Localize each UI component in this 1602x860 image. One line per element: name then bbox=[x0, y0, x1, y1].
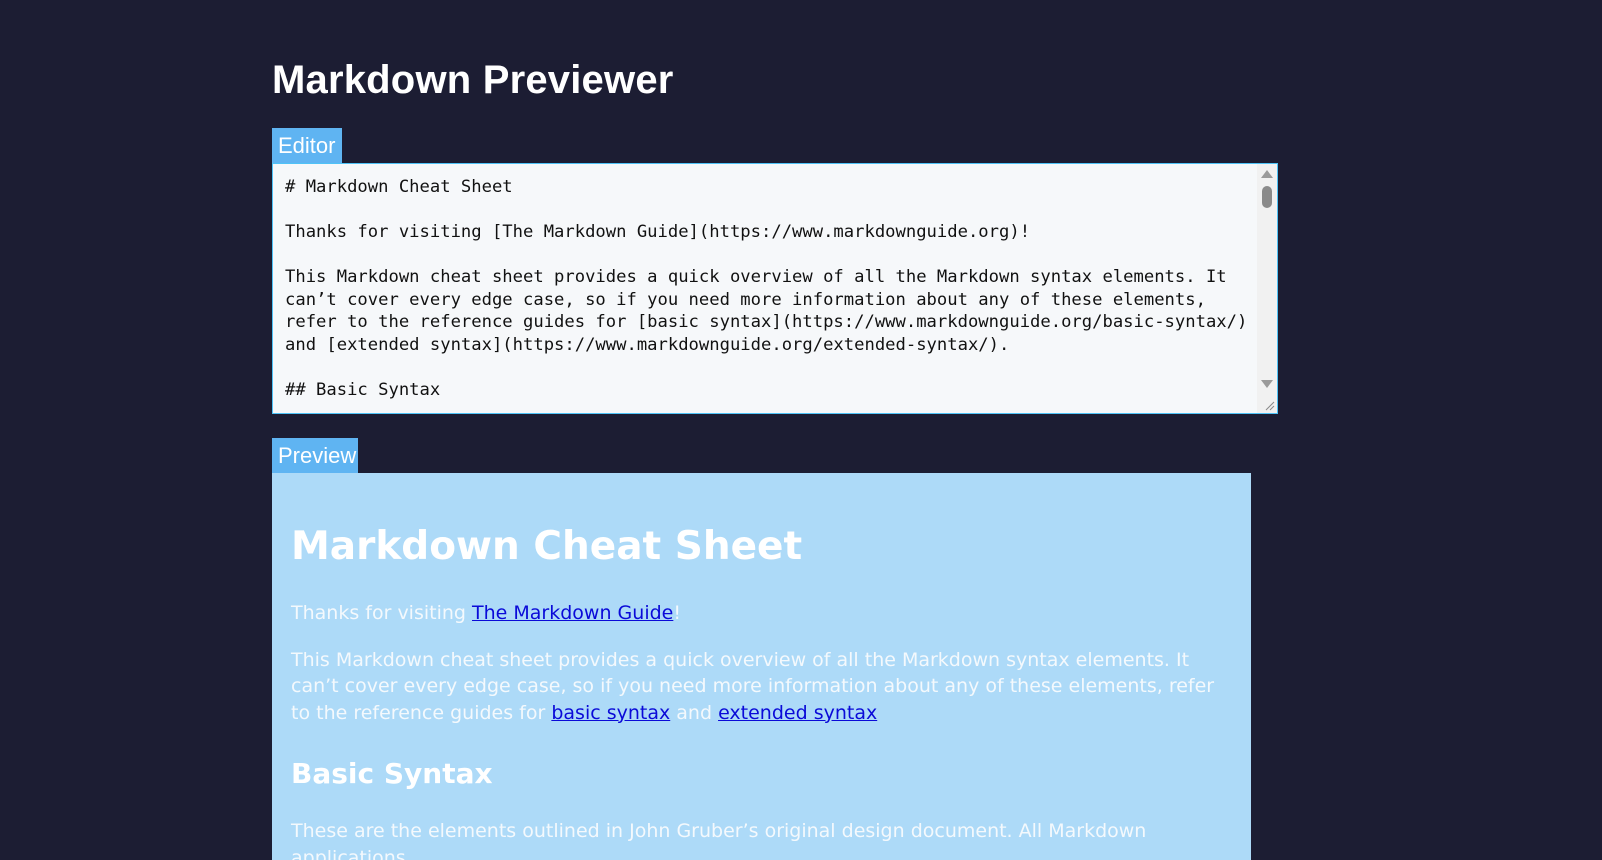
preview-intro-paragraph: Thanks for visiting The Markdown Guide! bbox=[291, 600, 1231, 627]
scroll-down-arrow-icon[interactable] bbox=[1261, 380, 1273, 388]
editor-scrollbar[interactable] bbox=[1257, 164, 1277, 413]
preview-basic-intro-paragraph: These are the elements outlined in John … bbox=[291, 820, 1147, 860]
resize-grip-icon[interactable] bbox=[1262, 398, 1276, 412]
intro-text-before: Thanks for visiting bbox=[291, 602, 473, 624]
preview-heading-1: Markdown Cheat Sheet bbox=[291, 524, 803, 569]
preview-panel: Markdown Cheat Sheet Thanks for visiting… bbox=[272, 473, 1251, 860]
scroll-thumb[interactable] bbox=[1262, 186, 1272, 208]
extended-syntax-link[interactable]: extended syntax bbox=[718, 702, 877, 724]
intro-text-after: ! bbox=[673, 602, 681, 624]
editor-label: Editor bbox=[272, 128, 342, 164]
app-title: Markdown Previewer bbox=[272, 58, 674, 102]
editor-content[interactable]: # Markdown Cheat Sheet Thanks for visiti… bbox=[285, 176, 1255, 401]
preview-label: Preview bbox=[272, 438, 358, 474]
editor-textarea[interactable]: # Markdown Cheat Sheet Thanks for visiti… bbox=[272, 163, 1278, 414]
scroll-up-arrow-icon[interactable] bbox=[1261, 170, 1273, 178]
preview-heading-2: Basic Syntax bbox=[291, 757, 493, 790]
markdown-guide-link[interactable]: The Markdown Guide bbox=[472, 602, 673, 624]
basic-syntax-link[interactable]: basic syntax bbox=[551, 702, 670, 724]
preview-content: Markdown Cheat Sheet Thanks for visiting… bbox=[291, 473, 1231, 860]
overview-middle-text: and bbox=[670, 701, 719, 724]
preview-overview-paragraph: This Markdown cheat sheet provides a qui… bbox=[291, 647, 1231, 727]
